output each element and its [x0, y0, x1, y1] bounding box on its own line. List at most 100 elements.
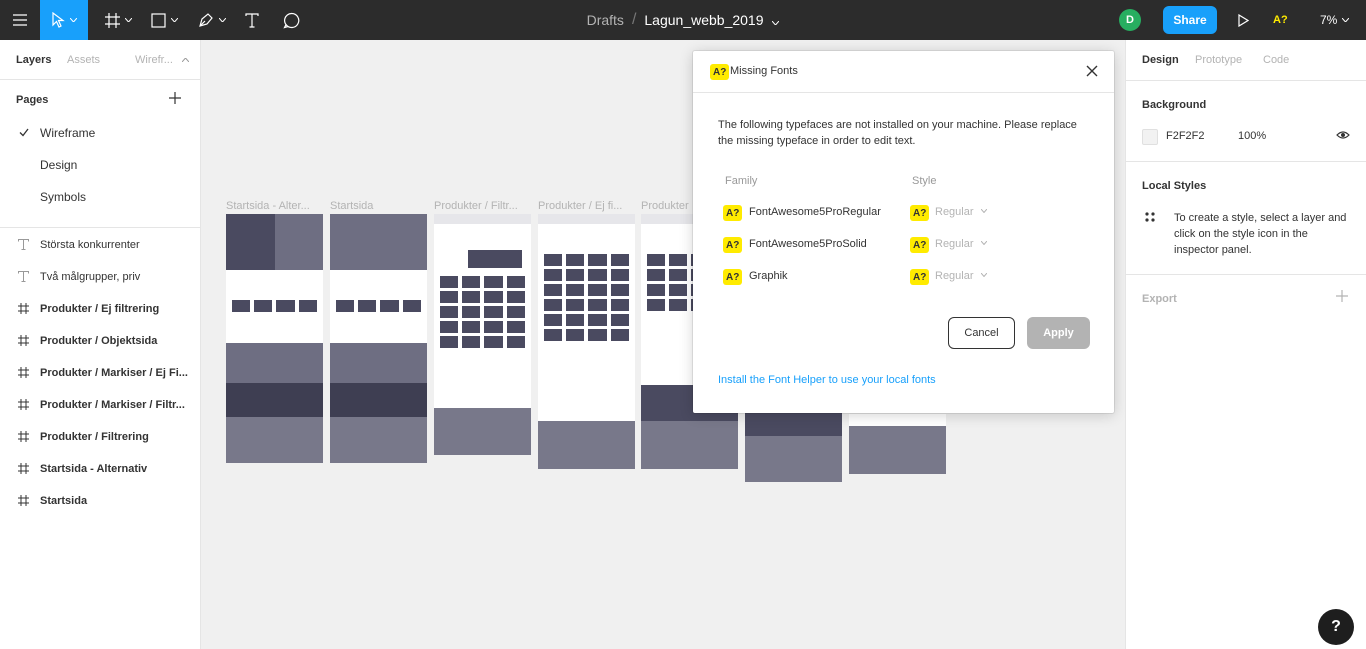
layer-item[interactable]: Startsida	[0, 485, 200, 517]
right-sidebar: Design Prototype Code Background F2F2F2 …	[1125, 40, 1366, 649]
cancel-button[interactable]: Cancel	[948, 317, 1015, 349]
local-styles-heading: Local Styles	[1142, 180, 1207, 192]
layer-label: Största konkurrenter	[40, 239, 140, 251]
layer-item[interactable]: Produkter / Ej filtrering	[0, 293, 200, 325]
missing-font-row: A? Graphik A? Regular	[693, 269, 1114, 301]
chevron-down-icon	[981, 241, 987, 245]
divider	[1126, 274, 1366, 275]
dialog-description: The following typefaces are not installe…	[718, 119, 1077, 147]
file-name-menu[interactable]: Lagun_webb_2019	[644, 12, 780, 28]
export-heading: Export	[1142, 293, 1177, 305]
tab-layers[interactable]: Layers	[16, 40, 51, 80]
zoom-menu[interactable]: 7%	[1320, 0, 1350, 40]
frame-tool-button[interactable]	[100, 0, 136, 40]
drafts-link[interactable]: Drafts	[587, 12, 624, 28]
chevron-down-icon	[219, 18, 226, 22]
frame-label[interactable]: Produkter	[641, 200, 693, 212]
missing-font-badge: A?	[723, 205, 743, 221]
chevron-up-icon	[181, 58, 189, 62]
frame-layer-icon	[18, 463, 29, 474]
tab-prototype[interactable]: Prototype	[1195, 40, 1242, 80]
plus-icon[interactable]	[1336, 290, 1348, 302]
pen-tool-button[interactable]	[193, 0, 231, 40]
missing-font-badge: A?	[910, 205, 930, 221]
layer-item[interactable]: Två målgrupper, priv	[0, 261, 200, 293]
frame-label[interactable]: Startsida - Alter...	[226, 200, 322, 212]
divider	[1126, 80, 1366, 81]
move-icon	[52, 12, 65, 28]
help-button[interactable]: ?	[1318, 609, 1354, 645]
layer-item[interactable]: Produkter / Markiser / Filtr...	[0, 389, 200, 421]
background-hex-input[interactable]: F2F2F2	[1166, 130, 1205, 142]
tab-code[interactable]: Code	[1263, 40, 1289, 80]
dialog-title: Missing Fonts	[730, 65, 798, 77]
close-icon[interactable]	[1085, 64, 1099, 78]
layer-item[interactable]: Produkter / Objektsida	[0, 325, 200, 357]
top-toolbar: Drafts / Lagun_webb_2019 D Share A? 7%	[0, 0, 1366, 40]
font-style-select[interactable]: Regular	[935, 238, 974, 250]
move-tool-button[interactable]	[40, 0, 88, 40]
frame-label[interactable]: Produkter / Filtr...	[434, 200, 531, 212]
shape-tool-button[interactable]	[145, 0, 183, 40]
frame-thumbnail[interactable]	[849, 414, 946, 474]
frame-layer-icon	[18, 431, 29, 442]
frame-label[interactable]: Produkter / Ej fi...	[538, 200, 635, 212]
main-menu-button[interactable]	[0, 0, 40, 40]
file-name: Lagun_webb_2019	[644, 12, 764, 28]
layer-item[interactable]: Startsida - Alternativ	[0, 453, 200, 485]
tab-assets[interactable]: Assets	[67, 40, 100, 80]
font-style-select[interactable]: Regular	[935, 270, 974, 282]
font-helper-link[interactable]: Install the Font Helper to use your loca…	[718, 374, 936, 386]
check-icon	[19, 128, 29, 137]
layer-label: Produkter / Ej filtrering	[40, 303, 160, 315]
share-button[interactable]: Share	[1163, 6, 1217, 34]
frame-thumbnail[interactable]	[226, 214, 323, 463]
plus-icon	[169, 92, 181, 104]
background-opacity-input[interactable]: 100%	[1238, 130, 1266, 142]
layer-item[interactable]: Produkter / Markiser / Ej Fi...	[0, 357, 200, 389]
layer-item[interactable]: Produkter / Filtrering	[0, 421, 200, 453]
frame-layer-icon	[18, 399, 29, 410]
background-heading: Background	[1142, 99, 1207, 111]
page-item-design[interactable]: Design	[0, 149, 200, 181]
pen-icon	[199, 13, 213, 27]
frame-layer-icon	[18, 303, 29, 314]
family-column-header: Family	[725, 175, 758, 187]
comment-tool-button[interactable]	[280, 0, 302, 40]
layer-label: Produkter / Markiser / Filtr...	[40, 399, 185, 411]
chevron-down-icon	[70, 18, 77, 22]
frame-label[interactable]: Startsida	[330, 200, 426, 212]
tab-design[interactable]: Design	[1142, 40, 1179, 80]
eye-icon[interactable]	[1336, 130, 1350, 140]
chevron-down-icon	[981, 273, 987, 277]
left-sidebar: Layers Assets Wirefr... Pages Wireframe …	[0, 40, 201, 649]
layer-item[interactable]: Största konkurrenter	[0, 229, 200, 261]
add-page-button[interactable]	[169, 92, 181, 107]
present-button[interactable]	[1232, 0, 1254, 40]
frame-layer-icon	[18, 335, 29, 346]
local-styles-hint: To create a style, select a layer and cl…	[1174, 212, 1347, 256]
page-item-label: Symbols	[40, 190, 87, 204]
frame-thumbnail[interactable]	[434, 214, 531, 455]
font-family-name: FontAwesome5ProSolid	[749, 238, 867, 250]
page-item-label: Design	[40, 158, 78, 172]
tab-page-selector[interactable]: Wirefr...	[135, 40, 189, 80]
chevron-down-icon	[124, 18, 132, 22]
text-tool-button[interactable]	[241, 0, 263, 40]
frame-thumbnail[interactable]	[538, 214, 635, 469]
style-grid-icon	[1145, 212, 1155, 222]
page-item-wireframe[interactable]: Wireframe	[0, 117, 200, 149]
page-item-symbols[interactable]: Symbols	[0, 181, 200, 213]
chevron-down-icon	[772, 20, 780, 26]
left-panel-tabs: Layers Assets Wirefr...	[0, 40, 200, 80]
user-avatar[interactable]: D	[1119, 9, 1141, 31]
background-color-swatch[interactable]	[1142, 129, 1158, 145]
layer-label: Startsida	[40, 495, 88, 507]
missing-fonts-button[interactable]: A?	[1273, 0, 1288, 40]
font-style-select[interactable]: Regular	[935, 206, 974, 218]
font-family-name: Graphik	[749, 270, 788, 282]
text-icon	[245, 12, 259, 28]
apply-button[interactable]: Apply	[1027, 317, 1090, 349]
comment-icon	[282, 12, 299, 28]
frame-thumbnail[interactable]	[330, 214, 427, 463]
